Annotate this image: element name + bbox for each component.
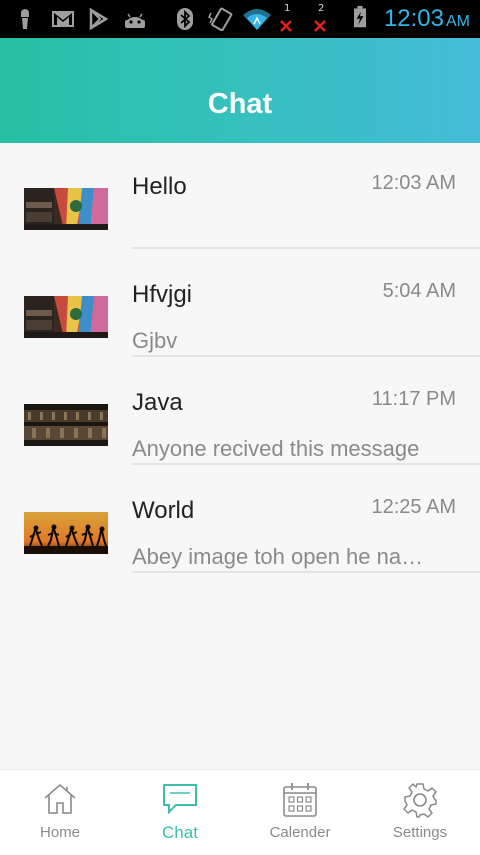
chat-preview: Abey image toh open he na…	[132, 544, 424, 569]
clock: 12:03 AM	[384, 4, 470, 37]
sim2-label: 2	[318, 3, 325, 14]
nav-calender-label: Calender	[269, 824, 331, 841]
chat-time: 12:03 AM	[371, 172, 456, 194]
nav-settings-label: Settings	[392, 824, 448, 841]
nav-calender[interactable]: Calender	[240, 770, 360, 855]
divider	[132, 355, 480, 357]
vibrate-icon	[208, 7, 233, 31]
chat-list-item[interactable]: World 12:25 AM Abey image toh open he na…	[0, 467, 480, 575]
gmail-icon	[52, 11, 74, 27]
barrels-thumbnail	[24, 404, 108, 446]
battery-charging-icon	[354, 5, 366, 28]
play-store-icon	[89, 7, 109, 31]
sim1-label: 1	[284, 3, 291, 14]
gear-icon	[403, 783, 437, 818]
wifi-icon	[243, 9, 271, 30]
sunset-runners-thumbnail	[24, 512, 108, 554]
graffiti-thumbnail	[24, 296, 108, 338]
nav-settings[interactable]: Settings	[360, 770, 480, 855]
clock-ampm: AM	[446, 13, 470, 30]
nav-home-label: Home	[39, 824, 80, 841]
chat-list-item[interactable]: Java 11:17 PM Anyone recived this messag…	[0, 359, 480, 467]
clock-time: 12:03	[383, 5, 444, 32]
bottom-navigation: Home Chat Calender Settings	[0, 769, 480, 855]
chat-name: Java	[132, 389, 183, 416]
page-title: Chat	[207, 88, 273, 120]
divider	[132, 571, 480, 573]
chat-name: Hfvjgi	[132, 281, 193, 308]
no-signal-icon	[314, 20, 326, 32]
android-icon	[125, 13, 145, 28]
divider	[132, 463, 480, 465]
chat-preview: Gjbv	[132, 328, 178, 353]
chat-list-item[interactable]: Hfvjgi 5:04 AM Gjbv	[0, 251, 480, 359]
bluetooth-icon	[177, 8, 193, 30]
nav-chat[interactable]: Chat	[120, 770, 240, 855]
chat-icon	[163, 784, 197, 815]
chat-time: 11:17 PM	[371, 388, 456, 410]
chat-time: 5:04 AM	[382, 280, 456, 302]
chat-name: Hello	[132, 173, 187, 200]
usb-icon	[21, 9, 29, 29]
app-header: Chat	[0, 38, 480, 143]
home-icon	[44, 783, 76, 814]
chat-list-item[interactable]: Hello 12:03 AM	[0, 143, 480, 251]
chat-name: World	[132, 497, 195, 524]
calendar-icon	[283, 783, 317, 817]
no-signal-icon	[280, 20, 292, 32]
graffiti-thumbnail	[24, 188, 108, 230]
divider	[132, 247, 480, 249]
chat-list: Hello 12:03 AM Hfvjgi 5:04 AM Gjbv Java …	[0, 143, 480, 575]
nav-home[interactable]: Home	[0, 770, 120, 855]
nav-chat-label: Chat	[162, 823, 198, 842]
status-bar: 1 2 12:03 AM	[0, 0, 480, 38]
chat-time: 12:25 AM	[371, 496, 456, 518]
chat-preview: Anyone recived this message	[132, 436, 420, 461]
